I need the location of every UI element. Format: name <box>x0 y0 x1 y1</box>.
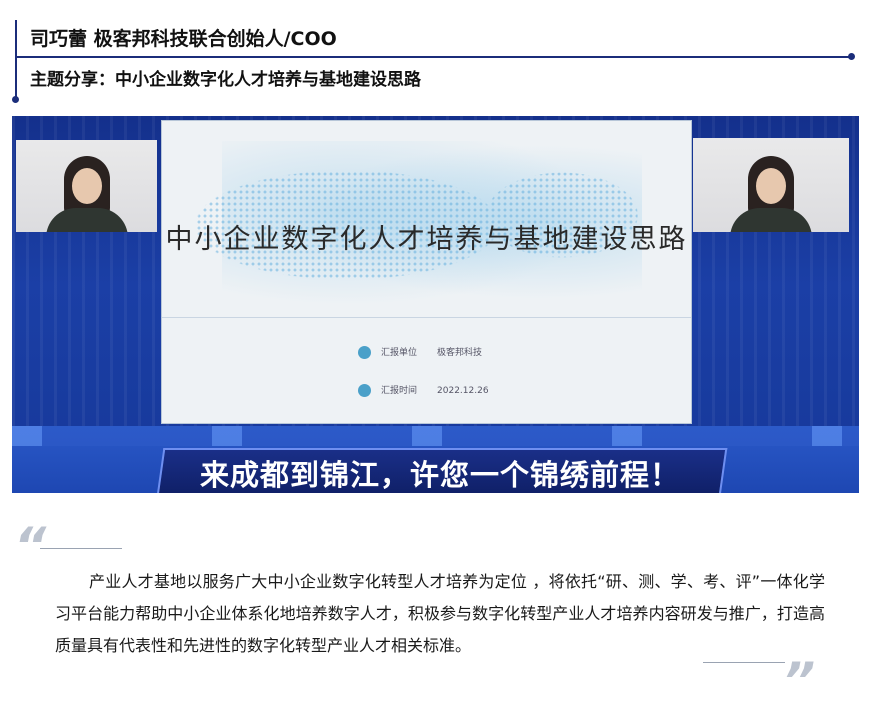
open-quote-mark: “ <box>14 517 47 575</box>
open-quote-rule <box>40 548 122 549</box>
speaker-camera-left <box>16 140 157 232</box>
stage-light-bars <box>12 426 859 446</box>
slide-info-value: 2022.12.26 <box>437 386 489 396</box>
speaker-camera-right <box>693 138 849 232</box>
close-quote-rule <box>703 662 785 663</box>
close-quote-mark: ” <box>783 652 816 710</box>
conference-video-frame: 中小企业数字化人才培养与基地建设思路 汇报单位 极客邦科技 汇报时间 2022.12… <box>12 116 859 493</box>
header-horizontal-rule <box>15 56 851 58</box>
slide-title: 中小企业数字化人才培养与基地建设思路 <box>165 224 688 255</box>
speaker-figure <box>726 148 816 232</box>
slogan-text: 来成都到锦江，许您一个锦绣前程！ <box>199 458 680 492</box>
slide-info-label: 汇报时间 <box>381 386 418 396</box>
quote-paragraph: 产业人才基地以服务广大中小企业数字化转型人才培养为定位 ，将依托“研、测、学、考… <box>55 572 825 655</box>
header-rule-dot <box>12 96 19 103</box>
slide-info-value: 极客邦科技 <box>437 348 483 358</box>
clock-icon <box>358 384 371 397</box>
slide-divider <box>162 317 691 318</box>
presentation-slide: 中小企业数字化人才培养与基地建设思路 汇报单位 极客邦科技 汇报时间 2022.12… <box>161 120 692 424</box>
article-header: 司巧蕾 极客邦科技联合创始人/COO 主题分享：中小企业数字化人才培养与基地建设… <box>0 0 871 106</box>
speaker-figure <box>42 148 132 232</box>
topic-title: 主题分享：中小企业数字化人才培养与基地建设思路 <box>30 70 421 90</box>
location-icon <box>358 346 371 359</box>
speaker-title: 司巧蕾 极客邦科技联合创始人/COO <box>30 28 337 50</box>
header-rule-dot-end <box>848 53 855 60</box>
slide-info-time: 汇报时间 2022.12.26 <box>358 383 489 397</box>
header-vertical-rule <box>15 20 17 100</box>
slide-info-unit: 汇报单位 极客邦科技 <box>358 345 482 359</box>
slide-info-label: 汇报单位 <box>381 348 418 358</box>
